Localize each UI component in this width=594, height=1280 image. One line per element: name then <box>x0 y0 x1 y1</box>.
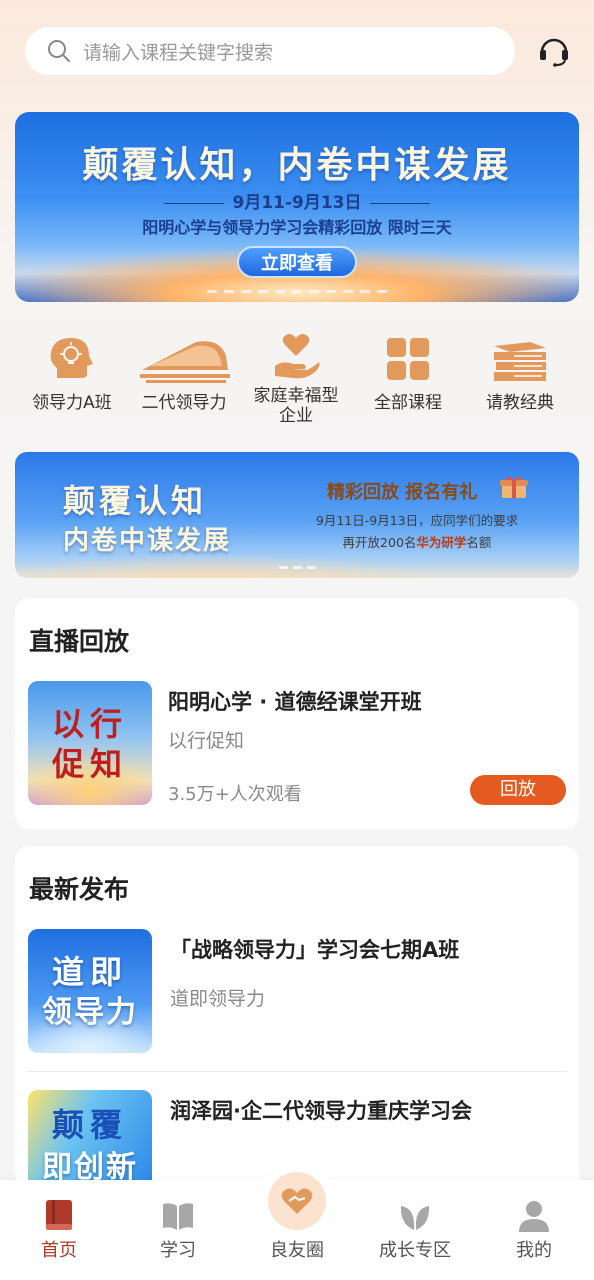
search-bar[interactable]: 请输入课程关键字搜索 <box>25 27 515 75</box>
banner2-title-line2: 内卷中谋发展 <box>63 526 232 556</box>
course-title[interactable]: 「战略领导力」学习会七期A班 <box>170 934 459 964</box>
search-input[interactable]: 请输入课程关键字搜索 <box>83 38 273 65</box>
tab-friends-circle[interactable]: 良友圈 <box>238 1172 356 1262</box>
handshake-heart-icon <box>268 1172 326 1230</box>
tab-home[interactable]: 首页 <box>0 1198 118 1262</box>
tab-label: 良友圈 <box>270 1240 324 1261</box>
banner2-description: 9月11日-9月13日，应同学们的要求 再开放200名华为研学名额 <box>315 513 519 550</box>
nav-item-classics[interactable]: 请教经典 <box>465 330 575 414</box>
nav-item-all-courses[interactable]: 全部课程 <box>353 330 463 414</box>
live-replay-section: 直播回放 以行 促知 阳明心学 · 道德经课堂开班 以行促知 3.5万+人次观看… <box>15 598 579 829</box>
course-thumbnail[interactable]: 颠覆 即创新 <box>28 1090 152 1180</box>
nav-item-second-gen[interactable]: 二代领导力 <box>129 330 239 414</box>
view-now-button[interactable]: 立即查看 <box>237 246 357 278</box>
nav-item-label: 全部课程 <box>374 393 442 413</box>
tab-label: 我的 <box>516 1240 552 1261</box>
grid-icon <box>387 338 429 380</box>
replay-button[interactable]: 回放 <box>470 775 566 805</box>
banner-title: 颠覆认知，内卷中谋发展 <box>82 144 512 186</box>
nav-item-label: 领导力A班 <box>32 393 112 413</box>
course-thumbnail[interactable]: 道即 领导力 <box>28 929 152 1053</box>
promo-banner-secondary[interactable]: 颠覆认知 内卷中谋发展 精彩回放 报名有礼 9月11日-9月13日，应同学们的要… <box>15 452 579 578</box>
section-title: 直播回放 <box>29 627 130 656</box>
tab-label: 首页 <box>41 1240 77 1261</box>
nav-item-leadership-a[interactable]: 领导力A班 <box>17 330 127 414</box>
banner2-title: 颠覆认知 <box>63 482 208 520</box>
head-bulb-icon <box>50 338 93 378</box>
section-title: 最新发布 <box>29 875 130 904</box>
tab-growth-zone[interactable]: 成长专区 <box>356 1198 474 1262</box>
tab-label: 成长专区 <box>379 1240 451 1261</box>
tab-study[interactable]: 学习 <box>119 1198 237 1262</box>
nav-item-label: 家庭幸福型 企业 <box>253 386 339 426</box>
banner-date: 9月11-9月13日 <box>15 188 579 213</box>
carousel-indicator <box>15 566 579 569</box>
leaf-icon <box>400 1206 430 1230</box>
carousel-indicator <box>15 290 579 293</box>
nav-item-label: 请教经典 <box>486 393 554 413</box>
course-title[interactable]: 润泽园·企二代领导力重庆学习会 <box>170 1095 472 1125</box>
banner-subtitle: 阳明心学与领导力学习会精彩回放 限时三天 <box>142 218 452 237</box>
books-icon <box>494 342 546 381</box>
gift-icon <box>500 476 528 498</box>
nav-item-label: 二代领导力 <box>141 393 227 413</box>
course-subtitle: 以行促知 <box>168 730 245 752</box>
user-icon <box>519 1201 549 1232</box>
nav-item-family-business[interactable]: 家庭幸福型 企业 <box>241 330 351 426</box>
hand-heart-icon <box>275 334 320 379</box>
latest-release-section: 最新发布 道即 领导力 「战略领导力」学习会七期A班 道即领导力 颠覆 即创新 … <box>15 846 579 1206</box>
course-thumbnail[interactable]: 以行 促知 <box>28 681 152 805</box>
bottom-tab-bar: 首页 学习 良友圈 成长专区 我的 <box>0 1166 594 1280</box>
view-count: 3.5万+人次观看 <box>168 784 302 805</box>
course-title[interactable]: 阳明心学 · 道德经课堂开班 <box>168 686 422 716</box>
promo-banner-carousel[interactable]: 颠覆认知，内卷中谋发展 9月11-9月13日 阳明心学与领导力学习会精彩回放 限… <box>15 112 579 302</box>
course-subtitle: 道即领导力 <box>170 988 266 1010</box>
home-book-icon <box>46 1200 72 1230</box>
open-book-icon <box>163 1203 193 1230</box>
tab-label: 学习 <box>160 1240 196 1261</box>
headset-icon[interactable] <box>537 34 571 68</box>
category-nav: 领导力A班 二代领导力 家庭幸福型 企业 全部课程 请教经典 <box>0 330 594 440</box>
divider <box>27 1071 567 1072</box>
train-icon <box>140 341 230 383</box>
tab-profile[interactable]: 我的 <box>475 1198 593 1262</box>
banner2-headline: 精彩回放 报名有礼 <box>327 482 478 503</box>
search-icon <box>48 40 70 62</box>
